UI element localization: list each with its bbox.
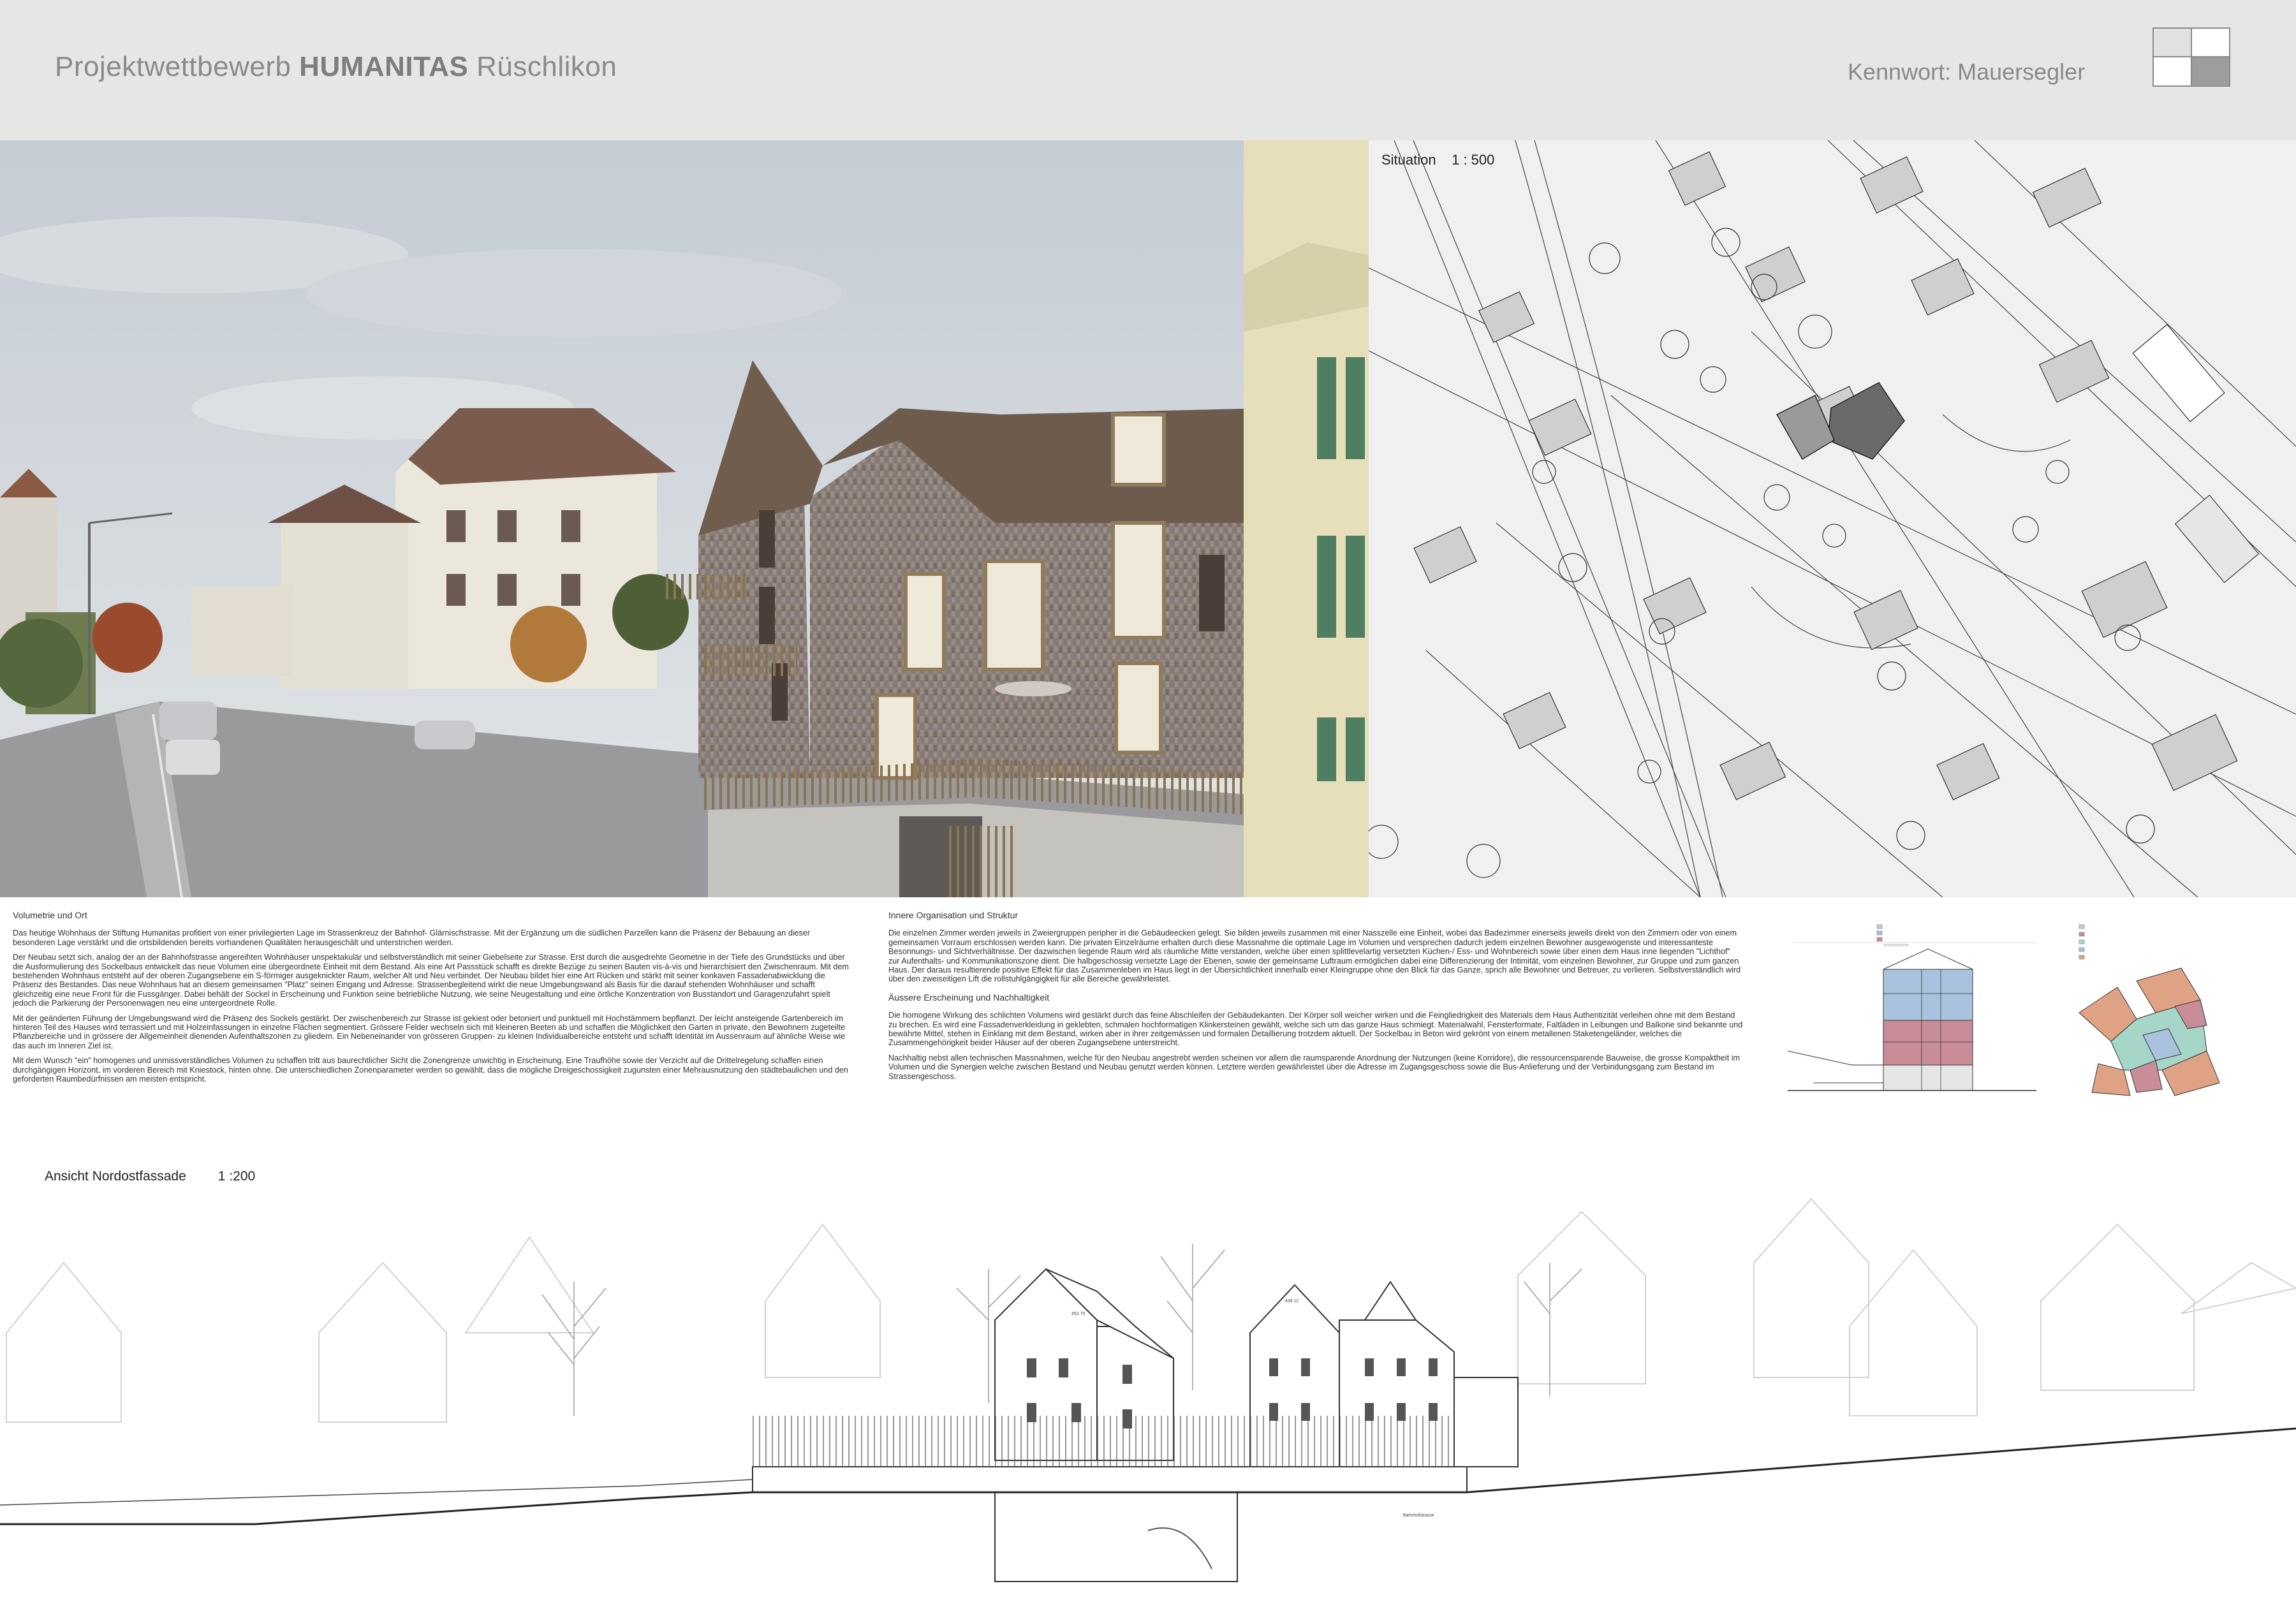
section-diagram [1788,924,2036,1091]
paragraph: Die einzelnen Zimmer werden jeweils in Z… [888,929,1741,984]
paragraph: Mit dem Wunsch "ein" homogenes und unmis… [13,1056,848,1084]
text-volumetrie: Volumetrie und Ort Das heutige Wohnhaus … [13,911,855,1090]
height-label-new: 452.70 [1071,1312,1085,1316]
heading-volumetrie: Volumetrie und Ort [13,910,87,920]
floorplan-diagram [2079,924,2220,1096]
paragraph: Nachhaltig nebst allen technischen Massn… [888,1053,1740,1081]
text-organisation: Innere Organisation und Struktur Die ein… [888,911,1743,1087]
paragraph: Das heutige Wohnhaus der Stiftung Humani… [13,929,811,947]
page-title: Projektwettbewerb HUMANITAS Rüschlikon [55,51,617,82]
paragraph: Der Neubau setzt sich, analog der an der… [13,953,849,1008]
street-rendering [0,140,1369,897]
grid-logo [2152,27,2230,87]
elevation-drawing: 452.70 434.11 Bahnhofstrasse [0,1198,2296,1582]
kennwort-label: Kennwort: Mauersegler [1848,59,2086,85]
heading-organisation: Innere Organisation und Struktur [888,910,1019,920]
elevation-label: Ansicht Nordostfassade 1 :200 [45,1169,256,1184]
heading-erscheinung: Äussere Erscheinung und Nachhaltigkeit [888,992,1050,1002]
site-plan-label: Situation 1 : 500 [1381,152,1495,168]
street-label: Bahnhofstrasse [1403,1513,1434,1518]
paragraph: Die homogene Wirkung des schlichten Volu… [888,1011,1743,1048]
height-label-existing: 434.11 [1285,1299,1299,1304]
site-plan [1369,140,2296,897]
paragraph: Mit der geänderten Führung der Umgebungs… [13,1013,846,1050]
